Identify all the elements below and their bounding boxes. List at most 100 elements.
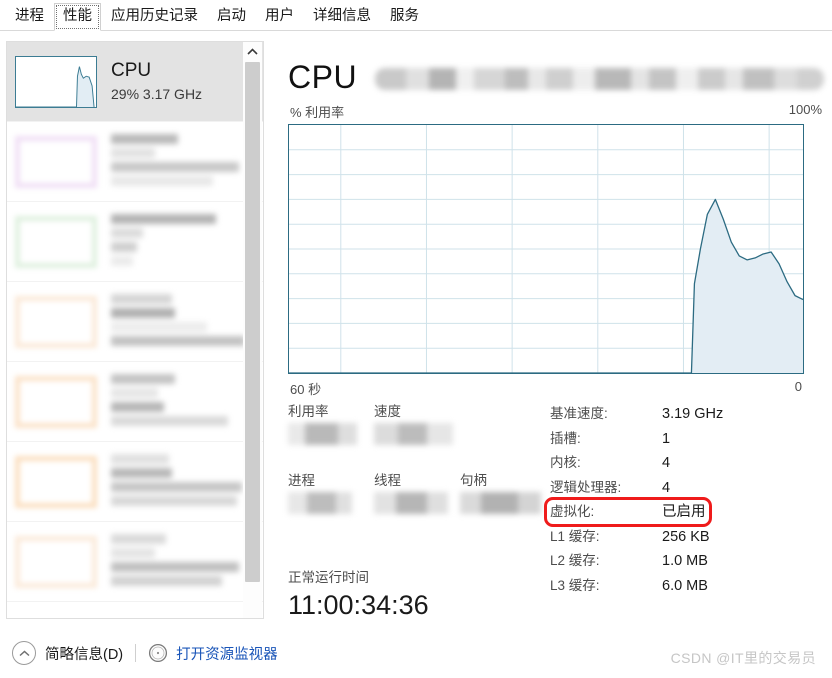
stat-speed: 速度 <box>374 402 460 445</box>
redacted-label-block <box>111 293 257 350</box>
tab-bar: 进程 性能 应用历史记录 启动 用户 详细信息 服务 <box>0 0 832 31</box>
stats-row-1: 利用率 速度 <box>288 402 550 445</box>
resource-thumbnail-icon <box>15 295 97 348</box>
redacted-label-block <box>111 213 257 270</box>
sidebar-item-cpu-title: CPU <box>111 59 152 81</box>
chart-x-right-label: 0 <box>794 379 802 394</box>
spec-value-logical-processors: 4 <box>662 479 671 496</box>
tab-processes[interactable]: 进程 <box>6 3 53 30</box>
chart-y-axis-label: % 利用率 <box>290 105 345 120</box>
chart-x-left-label: 60 秒 <box>290 382 322 397</box>
chevron-up-icon <box>12 641 36 665</box>
spec-key-l1-cache: L1 缓存: <box>550 528 600 544</box>
tab-users[interactable]: 用户 <box>256 3 303 30</box>
spec-value-l3-cache: 6.0 MB <box>662 577 708 594</box>
fewer-details-label: 简略信息(D) <box>45 646 124 663</box>
tab-services[interactable]: 服务 <box>381 3 428 30</box>
resource-monitor-gauge-icon <box>148 643 168 663</box>
sidebar-item-redacted-4[interactable] <box>7 362 263 442</box>
watermark: CSDN @IT里的交易员 <box>670 650 816 666</box>
spec-row-sockets: 插槽: 1 <box>550 427 824 452</box>
sidebar-item-redacted-3[interactable] <box>7 282 263 362</box>
performance-resource-list[interactable]: CPU 29% 3.17 GHz <box>6 41 264 619</box>
sidebar-item-cpu-subtitle: 29% 3.17 GHz <box>111 85 203 102</box>
redacted-label-block <box>111 453 257 510</box>
spec-value-l1-cache: 256 KB <box>662 528 710 545</box>
spec-key-base-speed: 基准速度: <box>550 406 608 421</box>
cpu-spec-table: 基准速度: 3.19 GHz 插槽: 1 内核: 4 逻辑处理器: 4 虚拟化: <box>544 402 824 599</box>
spec-key-logical-processors: 逻辑处理器: <box>550 479 622 495</box>
sidebar-item-redacted-6[interactable] <box>7 522 263 602</box>
spec-row-virtualization: 虚拟化: 已启用 <box>550 500 824 525</box>
sidebar-scrollbar[interactable] <box>243 42 262 618</box>
page-title: CPU <box>288 59 358 95</box>
stat-speed-value-redacted <box>374 423 460 445</box>
stat-utilization-value-redacted <box>288 423 374 445</box>
spec-row-base-speed: 基准速度: 3.19 GHz <box>550 402 824 427</box>
stat-handles: 句柄 <box>460 471 546 514</box>
stats-row-2: 进程 线程 句柄 <box>288 471 550 514</box>
redacted-label-block <box>111 373 257 430</box>
stat-handles-label: 句柄 <box>460 473 487 488</box>
fewer-details-button[interactable]: 简略信息(D) <box>12 641 123 665</box>
stat-utilization: 利用率 <box>288 402 374 445</box>
sidebar-item-cpu-text: CPU 29% 3.17 GHz <box>111 59 257 105</box>
open-resource-monitor-label[interactable]: 打开资源监视器 <box>176 643 278 664</box>
spec-value-sockets: 1 <box>662 430 671 447</box>
resource-thumbnail-icon <box>15 375 97 428</box>
spec-value-l2-cache: 1.0 MB <box>662 553 708 569</box>
stat-processes: 进程 <box>288 471 374 514</box>
stat-speed-label: 速度 <box>374 404 401 419</box>
cpu-utilization-chart[interactable] <box>288 124 804 374</box>
scrollbar-thumb[interactable] <box>245 62 260 582</box>
spec-value-virtualization: 已启用 <box>662 504 706 520</box>
stat-processes-label: 进程 <box>288 473 315 488</box>
resource-thumbnail-icon <box>15 455 97 508</box>
resource-thumbnail-icon <box>15 535 97 588</box>
stat-threads: 线程 <box>374 471 460 514</box>
chart-y-max-label: 100% <box>788 102 822 117</box>
uptime-value: 11:00:34:36 <box>288 590 429 620</box>
redacted-label-block <box>111 533 257 590</box>
stat-threads-value-redacted <box>374 492 460 514</box>
cpu-thumbnail-chart <box>15 55 97 108</box>
chart-top-labels: % 利用率 100% <box>288 102 824 121</box>
stat-utilization-label: 利用率 <box>288 404 329 419</box>
sidebar-item-cpu[interactable]: CPU 29% 3.17 GHz <box>7 42 263 122</box>
spec-row-l1-cache: L1 缓存: 256 KB <box>550 525 824 550</box>
spec-key-sockets: 插槽: <box>550 430 581 446</box>
tab-details[interactable]: 详细信息 <box>304 3 380 30</box>
spec-row-cores: 内核: 4 <box>550 451 824 476</box>
spec-key-l3-cache: L3 缓存: <box>550 577 600 593</box>
cpu-header: CPU <box>288 44 824 96</box>
scroll-up-arrow-icon[interactable] <box>243 42 262 61</box>
redacted-label-block <box>111 133 257 190</box>
spec-key-virtualization: 虚拟化: <box>550 504 595 519</box>
stat-handles-value-redacted <box>460 492 546 514</box>
stat-threads-label: 线程 <box>374 473 401 488</box>
chart-bottom-labels: 60 秒 0 <box>288 379 804 398</box>
spec-row-l2-cache: L2 缓存: 1.0 MB <box>550 549 824 574</box>
status-bar-divider <box>135 644 137 662</box>
spec-key-l2-cache: L2 缓存: <box>550 553 600 568</box>
sidebar-item-redacted-5[interactable] <box>7 442 263 522</box>
uptime-label: 正常运行时间 <box>288 570 369 585</box>
cpu-detail-panel: CPU % 利用率 100% 60 秒 0 利用率 速度 进程 线程 句柄 正常… <box>288 44 824 620</box>
spec-row-l3-cache: L3 缓存: 6.0 MB <box>550 574 824 599</box>
open-resource-monitor-button[interactable]: 打开资源监视器 <box>148 643 278 664</box>
spec-row-logical-processors: 逻辑处理器: 4 <box>550 476 824 501</box>
cpu-live-stats: 利用率 速度 进程 线程 句柄 正常运行时间 11:00:34:36 <box>288 402 550 620</box>
resource-thumbnail-icon <box>15 135 97 188</box>
sidebar-item-redacted-2[interactable] <box>7 202 263 282</box>
stat-processes-value-redacted <box>288 492 374 514</box>
resource-thumbnail-icon <box>15 215 97 268</box>
tab-app-history[interactable]: 应用历史记录 <box>102 3 207 30</box>
tab-startup[interactable]: 启动 <box>208 3 255 30</box>
uptime-block: 正常运行时间 11:00:34:36 <box>288 568 550 622</box>
tab-performance[interactable]: 性能 <box>54 3 101 31</box>
spec-key-cores: 内核: <box>550 455 581 470</box>
sidebar-item-redacted-1[interactable] <box>7 122 263 202</box>
cpu-model-name-redacted <box>375 68 824 90</box>
spec-value-cores: 4 <box>662 455 671 471</box>
spec-value-base-speed: 3.19 GHz <box>662 406 724 422</box>
